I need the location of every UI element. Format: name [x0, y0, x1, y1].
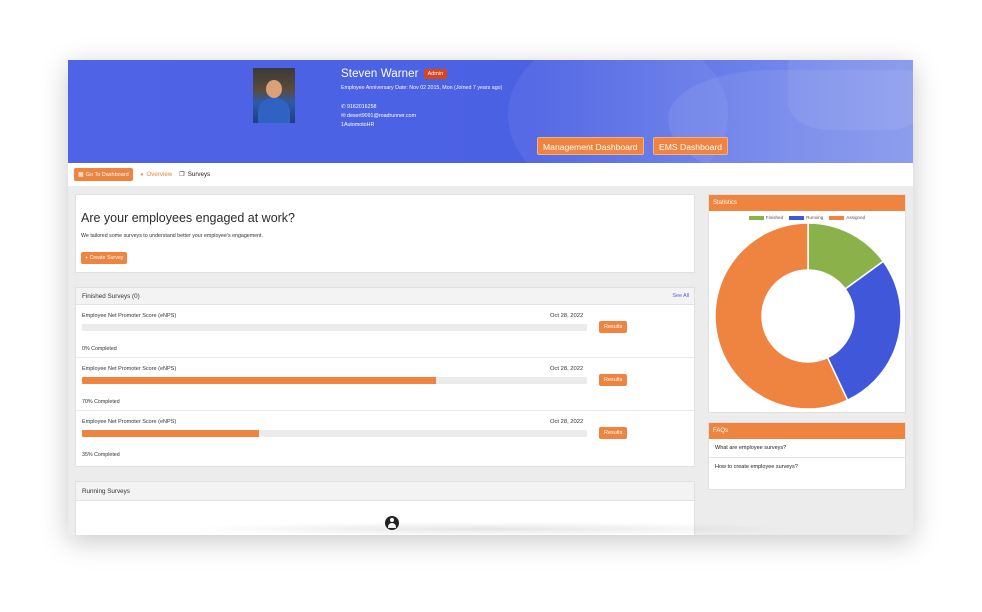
survey-row: Employee Net Promoter Score (eNPS) Oct 2… — [76, 358, 694, 411]
app-window: Steven Warner Admin Employee Anniversary… — [68, 60, 913, 535]
faqs-card: FAQs What are employee surveys? How to c… — [708, 422, 906, 490]
survey-name: Employee Net Promoter Score (eNPS) — [82, 313, 177, 319]
faq-item[interactable]: What are employee surveys? — [709, 439, 905, 458]
engagement-card: Are your employees engaged at work? We t… — [75, 194, 695, 273]
anniversary-text: Employee Anniversary Date: Nov 02 2015, … — [341, 85, 503, 91]
toolbar: ▦ Go To Dashboard ◕ Overview ❐ Surveys — [68, 163, 913, 186]
survey-date: Oct 28, 2022 — [550, 419, 584, 425]
profile-banner: Steven Warner Admin Employee Anniversary… — [68, 60, 913, 163]
running-surveys-title: Running Surveys — [82, 488, 130, 495]
results-button[interactable]: Results — [599, 427, 628, 439]
go-to-dashboard-label: Go To Dashboard — [85, 171, 129, 178]
chart-legend: Finished Running Assigned — [709, 215, 905, 220]
ems-dashboard-button[interactable]: EMS Dashboard — [653, 137, 729, 155]
management-dashboard-button[interactable]: Management Dashboard — [537, 137, 644, 155]
statistics-card: Statistics Finished Running Assigned — [708, 194, 906, 413]
go-to-dashboard-button[interactable]: ▦ Go To Dashboard — [74, 168, 133, 181]
pie-chart-icon: ◕ — [139, 171, 144, 178]
create-survey-label: Create Survey — [89, 255, 124, 261]
tab-overview-label: Overview — [146, 171, 173, 178]
finished-surveys-card: Finished Surveys (0) See All Employee Ne… — [75, 287, 695, 467]
avatar — [253, 68, 295, 123]
results-button[interactable]: Results — [599, 321, 628, 333]
finished-surveys-title: Finished Surveys (0) — [82, 293, 140, 300]
legend-item-assigned[interactable]: Assigned — [829, 215, 865, 220]
phone-number: 9162016258 — [347, 104, 377, 110]
completion-text: 35% Completed — [82, 452, 120, 458]
tab-overview[interactable]: ◕ Overview — [140, 171, 173, 178]
survey-name: Employee Net Promoter Score (eNPS) — [82, 366, 177, 372]
plus-icon: + — [85, 255, 89, 261]
legend-label: Running — [806, 215, 824, 220]
faq-item[interactable]: How to create employee surveys? — [709, 458, 905, 476]
engagement-subtitle: We tailored some surveys to understand b… — [81, 233, 263, 239]
completion-text: 70% Completed — [82, 399, 120, 405]
see-all-link[interactable]: See All — [673, 293, 690, 299]
legend-label: Finished — [765, 215, 784, 220]
engagement-title: Are your employees engaged at work? — [81, 211, 296, 225]
role-badge: Admin — [423, 69, 448, 79]
results-button[interactable]: Results — [599, 374, 628, 386]
employee-name: Steven Warner — [341, 68, 419, 80]
email-address[interactable]: desert9091@roadrunner.com — [347, 113, 416, 119]
grid-icon: ▦ — [78, 172, 84, 178]
survey-name: Employee Net Promoter Score (eNPS) — [82, 419, 177, 425]
survey-date: Oct 28, 2022 — [550, 313, 584, 319]
survey-row: Employee Net Promoter Score (eNPS) Oct 2… — [76, 411, 694, 464]
progress-bar — [82, 324, 587, 331]
statistics-donut-chart — [714, 223, 902, 409]
profile-info: Steven Warner Admin Employee Anniversary… — [341, 68, 502, 130]
legend-item-running[interactable]: Running — [789, 215, 823, 220]
completion-text: 0% Completed — [82, 346, 117, 352]
legend-label: Assigned — [846, 215, 866, 220]
progress-bar — [82, 430, 587, 437]
survey-date: Oct 28, 2022 — [550, 366, 584, 372]
copy-icon: ❐ — [179, 171, 185, 178]
create-survey-button[interactable]: + Create Survey — [81, 252, 128, 264]
tab-surveys[interactable]: ❐ Surveys — [179, 171, 210, 178]
survey-row: Employee Net Promoter Score (eNPS) Oct 2… — [76, 305, 694, 358]
legend-item-finished[interactable]: Finished — [748, 215, 784, 220]
tab-surveys-label: Surveys — [187, 171, 211, 178]
faqs-title: FAQs — [709, 423, 905, 439]
progress-bar — [82, 377, 587, 384]
company-name: 1AutomotoHR — [341, 122, 375, 128]
statistics-title: Statistics — [709, 195, 905, 211]
